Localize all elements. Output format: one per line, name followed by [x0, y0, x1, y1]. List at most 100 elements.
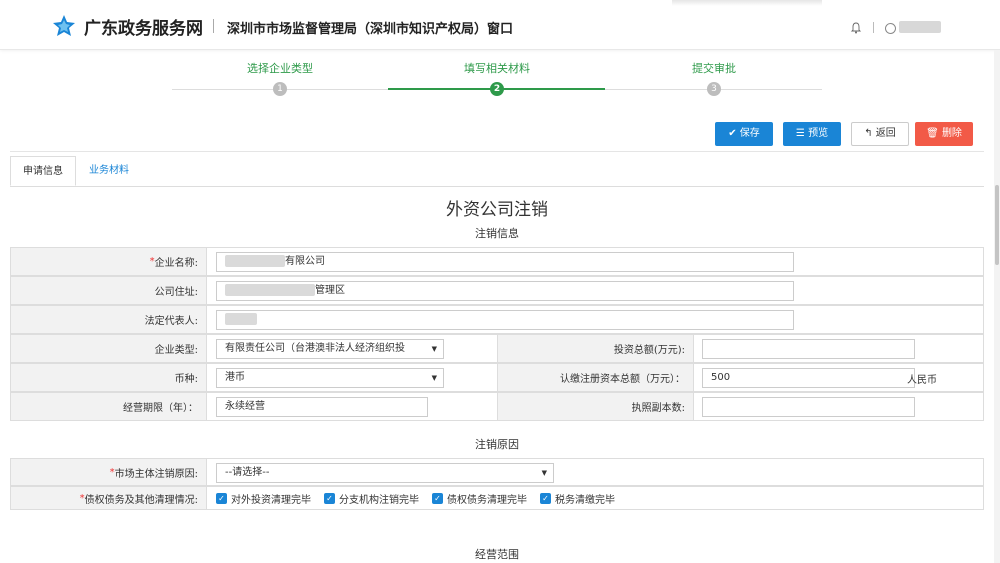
company-name-label: * 企业名称: — [11, 248, 206, 275]
row-term: 经营期限（年）： 永续经营 执照副本数: — [10, 392, 984, 421]
tab-bar-line — [10, 186, 984, 187]
col-divider — [206, 248, 207, 275]
back-button[interactable]: ↰ 返回 — [851, 122, 909, 146]
redacted-text — [225, 284, 315, 296]
section-cancel-info: 注销信息 — [475, 227, 519, 240]
delete-button-label: 删除 — [941, 128, 962, 139]
col-divider — [206, 487, 207, 509]
bell-icon[interactable] — [850, 22, 862, 34]
step-1-dot: 1 — [273, 82, 287, 96]
check-label: 分支机构注销完毕 — [339, 494, 419, 506]
col-divider — [206, 364, 207, 391]
chevron-down-icon: ▼ — [431, 374, 437, 382]
address-input[interactable]: 管理区 — [216, 281, 794, 301]
capital-value: 500 — [711, 372, 731, 383]
col-divider — [693, 393, 694, 420]
col-divider — [206, 459, 207, 485]
toolbar-divider — [10, 151, 984, 152]
chevron-down-icon: ▼ — [541, 469, 547, 477]
back-button-label: 返回 — [875, 128, 896, 139]
company-name-value: 有限公司 — [285, 256, 325, 267]
row-company-name: * 企业名称: 有限公司 — [10, 247, 984, 276]
top-header: 广东政务服务网 深圳市市场监督管理局（深圳市知识产权局）窗口 — [0, 0, 1000, 50]
row-company-type: 企业类型: 有限责任公司（台港澳非法人经济组织投 ▼ 投资总额(万元): — [10, 334, 984, 363]
save-button[interactable]: ✔ 保存 — [715, 122, 773, 146]
col-divider — [206, 335, 207, 362]
row-reason: * 市场主体注销原因: --请选择-- ▼ — [10, 458, 984, 486]
check-icon: ✔ — [728, 128, 740, 139]
row-legal-rep: 法定代表人: — [10, 305, 984, 334]
row-settlement: * 债权债务及其他清理情况: ✓ 对外投资清理完毕 ✓ 分支机构注销完毕 ✓ 债权债务清… — [10, 486, 984, 510]
company-name-input[interactable]: 有限公司 — [216, 252, 794, 272]
col-divider — [693, 364, 694, 391]
investment-input[interactable] — [702, 339, 915, 359]
col-divider — [206, 306, 207, 333]
legal-rep-input[interactable] — [216, 310, 794, 330]
page-title: 外资公司注销 — [446, 200, 548, 220]
row-currency: 币种: 港币 ▼ 认缴注册资本总额（万元）： 500 人民币 — [10, 363, 984, 392]
check-investment-cleared[interactable]: ✓ 对外投资清理完毕 — [216, 487, 311, 509]
legal-rep-label: 法定代表人: — [11, 306, 206, 333]
preview-button-label: 预览 — [808, 128, 829, 139]
header-separator — [873, 22, 874, 33]
save-button-label: 保存 — [739, 128, 760, 139]
check-debt-cleared[interactable]: ✓ 债权债务清理完毕 — [432, 487, 527, 509]
redacted-text — [225, 255, 285, 267]
col-divider — [693, 335, 694, 362]
user-name-blurred[interactable] — [899, 21, 941, 33]
settlement-label: * 债权债务及其他清理情况: — [11, 487, 206, 509]
step-2-dot: 2 — [490, 82, 504, 96]
brand-title: 广东政务服务网 — [84, 19, 203, 39]
col-divider — [206, 277, 207, 304]
redacted-text — [225, 313, 257, 325]
reason-label: * 市场主体注销原因: — [11, 459, 206, 485]
checkbox-checked-icon[interactable]: ✓ — [540, 492, 551, 504]
checkbox-checked-icon[interactable]: ✓ — [432, 492, 443, 504]
company-name-label-text: 企业名称: — [154, 258, 198, 269]
company-type-label: 企业类型: — [11, 335, 206, 362]
checkbox-checked-icon[interactable]: ✓ — [216, 492, 227, 504]
check-branch-cancelled[interactable]: ✓ 分支机构注销完毕 — [324, 487, 419, 509]
check-label: 税务清缴完毕 — [555, 494, 615, 506]
delete-button[interactable]: 🗑 删除 — [915, 122, 973, 146]
trash-icon: 🗑 — [926, 128, 942, 139]
return-icon: ↰ — [864, 128, 876, 139]
row-address: 公司住址: 管理区 — [10, 276, 984, 305]
tab-business-materials[interactable]: 业务材料 — [76, 156, 142, 186]
reason-placeholder: --请选择-- — [225, 467, 270, 478]
company-type-select[interactable]: 有限责任公司（台港澳非法人经济组织投 ▼ — [216, 339, 444, 359]
check-label: 债权债务清理完毕 — [447, 494, 527, 506]
capital-input[interactable]: 500 — [702, 368, 915, 388]
user-icon[interactable] — [885, 23, 896, 34]
section-cancel-reason: 注销原因 — [475, 438, 519, 451]
copies-label: 执照副本数: — [498, 393, 693, 420]
currency-label: 币种: — [11, 364, 206, 391]
address-label: 公司住址: — [11, 277, 206, 304]
top-overlay — [672, 0, 822, 6]
scrollbar-track[interactable] — [994, 50, 1000, 563]
term-value: 永续经营 — [225, 401, 265, 412]
reason-select[interactable]: --请选择-- ▼ — [216, 463, 554, 483]
logo-icon — [53, 15, 75, 36]
scrollbar-thumb[interactable] — [995, 185, 999, 265]
chevron-down-icon: ▼ — [428, 340, 437, 358]
term-input[interactable]: 永续经营 — [216, 397, 428, 417]
col-divider — [206, 393, 207, 420]
checkbox-checked-icon[interactable]: ✓ — [324, 492, 335, 504]
company-type-value: 有限责任公司（台港澳非法人经济组织投 — [225, 343, 405, 354]
header-divider — [213, 19, 214, 33]
preview-button[interactable]: ☰ 预览 — [783, 122, 841, 146]
copies-input[interactable] — [702, 397, 915, 417]
section-business-scope: 经营范围 — [475, 548, 519, 561]
header-subtitle: 深圳市市场监督管理局（深圳市知识产权局）窗口 — [227, 22, 514, 37]
currency-select[interactable]: 港币 ▼ — [216, 368, 444, 388]
term-label: 经营期限（年）： — [11, 393, 206, 420]
check-tax-cleared[interactable]: ✓ 税务清缴完毕 — [540, 487, 615, 509]
reason-label-text: 市场主体注销原因: — [114, 468, 198, 480]
step-2-label: 填写相关材料 — [464, 62, 530, 75]
settlement-label-text: 债权债务及其他清理情况: — [84, 494, 198, 506]
tab-apply-info[interactable]: 申请信息 — [10, 156, 76, 186]
step-3-dot: 3 — [707, 82, 721, 96]
currency-value: 港币 — [225, 372, 245, 383]
step-1-label: 选择企业类型 — [247, 62, 313, 75]
